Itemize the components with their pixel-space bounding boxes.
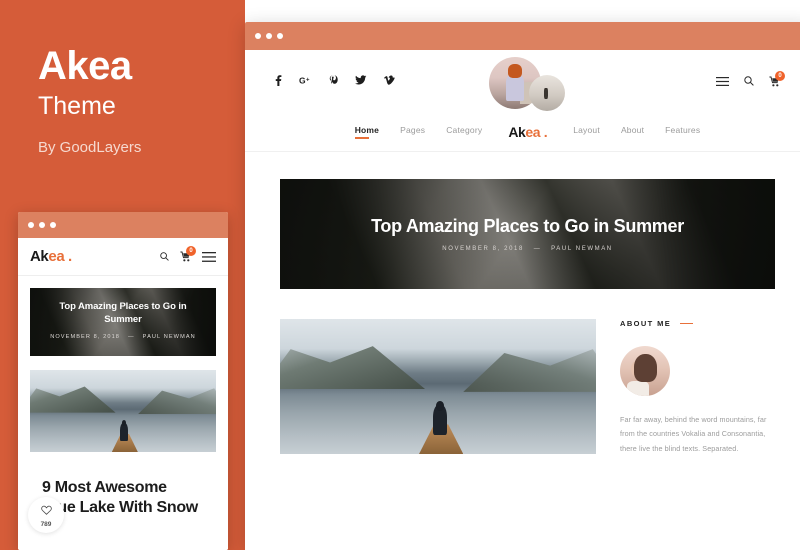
mobile-post-card[interactable]: 789 9 Most Awesome Blue Lake With Snow (28, 370, 216, 533)
hero-title: Top Amazing Places to Go in Summer (371, 216, 684, 236)
google-plus-icon[interactable]: G + (299, 75, 312, 87)
mobile-hero-slider[interactable]: Top Amazing Places to Go in Summer NOVEM… (30, 288, 216, 356)
nav-item-features[interactable]: Features (665, 125, 700, 139)
nav-item-about[interactable]: About (621, 125, 644, 139)
promo-block: Akea Theme By GoodLayers (38, 45, 238, 156)
logo-part-1: Ak (508, 123, 526, 140)
window-dot-close[interactable] (28, 222, 34, 228)
desktop-logo[interactable]: Akea . (508, 124, 547, 140)
search-icon[interactable] (744, 76, 754, 86)
cart-icon[interactable]: 0 (769, 70, 785, 87)
cart-icon[interactable]: 0 (180, 246, 196, 262)
hero-date: NOVEMBER 8, 2018 (442, 246, 524, 252)
cart-badge: 0 (186, 246, 196, 256)
window-dot-maximize[interactable] (277, 33, 283, 39)
hero-slider: Top Amazing Places to Go in Summer NOVEM… (280, 179, 775, 289)
cart-badge: 0 (775, 70, 785, 81)
header-avatars (488, 57, 567, 111)
like-counter[interactable]: 789 (28, 496, 64, 533)
desktop-titlebar (245, 22, 800, 50)
pinterest-icon[interactable] (329, 74, 338, 88)
mobile-header-actions: 0 (160, 246, 216, 262)
hamburger-menu-icon[interactable] (716, 76, 729, 86)
nav-item-pages[interactable]: Pages (400, 125, 425, 139)
post-image-lake (30, 370, 216, 452)
svg-text:G: G (299, 76, 306, 85)
desktop-main-nav: Home Pages Category Akea . Layout About … (245, 112, 800, 152)
promo-subtitle: Theme (38, 92, 116, 120)
nav-item-home[interactable]: Home (354, 125, 379, 139)
sidebar: ABOUT ME Far far away, behind the word m… (620, 319, 775, 456)
nav-group-right: Layout About Features (573, 125, 700, 139)
featured-article[interactable] (280, 319, 596, 456)
facebook-icon[interactable] (275, 74, 282, 88)
mobile-hero-meta-separator: — (128, 334, 135, 341)
mobile-site-body: Akea . 0 Top Amazing Places to Go in Sum… (18, 238, 228, 550)
mobile-post-title[interactable]: 9 Most Awesome Blue Lake With Snow (42, 478, 204, 519)
search-icon[interactable] (160, 252, 169, 261)
logo-part-2: ea (525, 123, 541, 140)
logo-dot: . (543, 123, 548, 140)
like-count: 789 (40, 520, 52, 528)
social-links: G + (275, 74, 395, 88)
window-dot-minimize[interactable] (266, 33, 272, 39)
desktop-topbar: G + 0 (245, 50, 800, 112)
hero-meta-separator: — (533, 246, 542, 252)
mobile-hero-meta: NOVEMBER 8, 2018 — PAUL NEWMAN (50, 333, 196, 343)
window-dot-maximize[interactable] (50, 222, 56, 228)
hero-caption: Top Amazing Places to Go in Summer NOVEM… (280, 179, 775, 289)
mobile-header: Akea . 0 (18, 238, 228, 276)
desktop-preview-window: G + 0 Home Pages Category Akea . Layout … (245, 22, 800, 550)
logo-part-1: Ak (30, 248, 49, 265)
window-dot-close[interactable] (255, 33, 261, 39)
mobile-hero-author: PAUL NEWMAN (142, 334, 196, 341)
about-me-heading: ABOUT ME (620, 319, 775, 328)
about-me-text: Far far away, behind the word mountains,… (620, 415, 767, 453)
nav-item-category[interactable]: Category (446, 125, 482, 139)
hamburger-menu-icon[interactable] (202, 251, 216, 262)
svg-text:+: + (306, 77, 310, 83)
nav-item-layout[interactable]: Layout (573, 125, 600, 139)
window-dot-minimize[interactable] (39, 222, 45, 228)
mobile-preview-window: Akea . 0 Top Amazing Places to Go in Sum… (18, 212, 228, 550)
vimeo-icon[interactable] (384, 75, 395, 87)
content-row: ABOUT ME Far far away, behind the word m… (280, 319, 775, 456)
desktop-site-body: G + 0 Home Pages Category Akea . Layout … (245, 50, 800, 550)
about-me-avatar (620, 346, 670, 396)
logo-part-2: ea (48, 248, 65, 265)
promo-title: Akea (38, 44, 132, 88)
mobile-hero-date: NOVEMBER 8, 2018 (50, 334, 121, 341)
article-image-lake (280, 319, 596, 454)
mobile-logo[interactable]: Akea . (30, 248, 72, 265)
avatar-secondary (528, 75, 565, 111)
hero-author: PAUL NEWMAN (551, 246, 613, 252)
mobile-hero-title: Top Amazing Places to Go in Summer (59, 301, 187, 326)
nav-group-left: Home Pages Category (354, 125, 483, 139)
promo-byline: By GoodLayers (38, 138, 142, 156)
logo-dot: . (68, 248, 72, 265)
mobile-hero-caption: Top Amazing Places to Go in Summer NOVEM… (30, 288, 216, 356)
heading-dash-icon (680, 322, 694, 325)
heart-icon (40, 502, 52, 520)
hero-meta: NOVEMBER 8, 2018 — PAUL NEWMAN (442, 246, 612, 252)
header-actions: 0 (716, 70, 785, 87)
mobile-titlebar (18, 212, 228, 238)
about-me-title: ABOUT ME (620, 319, 672, 328)
twitter-icon[interactable] (355, 75, 367, 87)
